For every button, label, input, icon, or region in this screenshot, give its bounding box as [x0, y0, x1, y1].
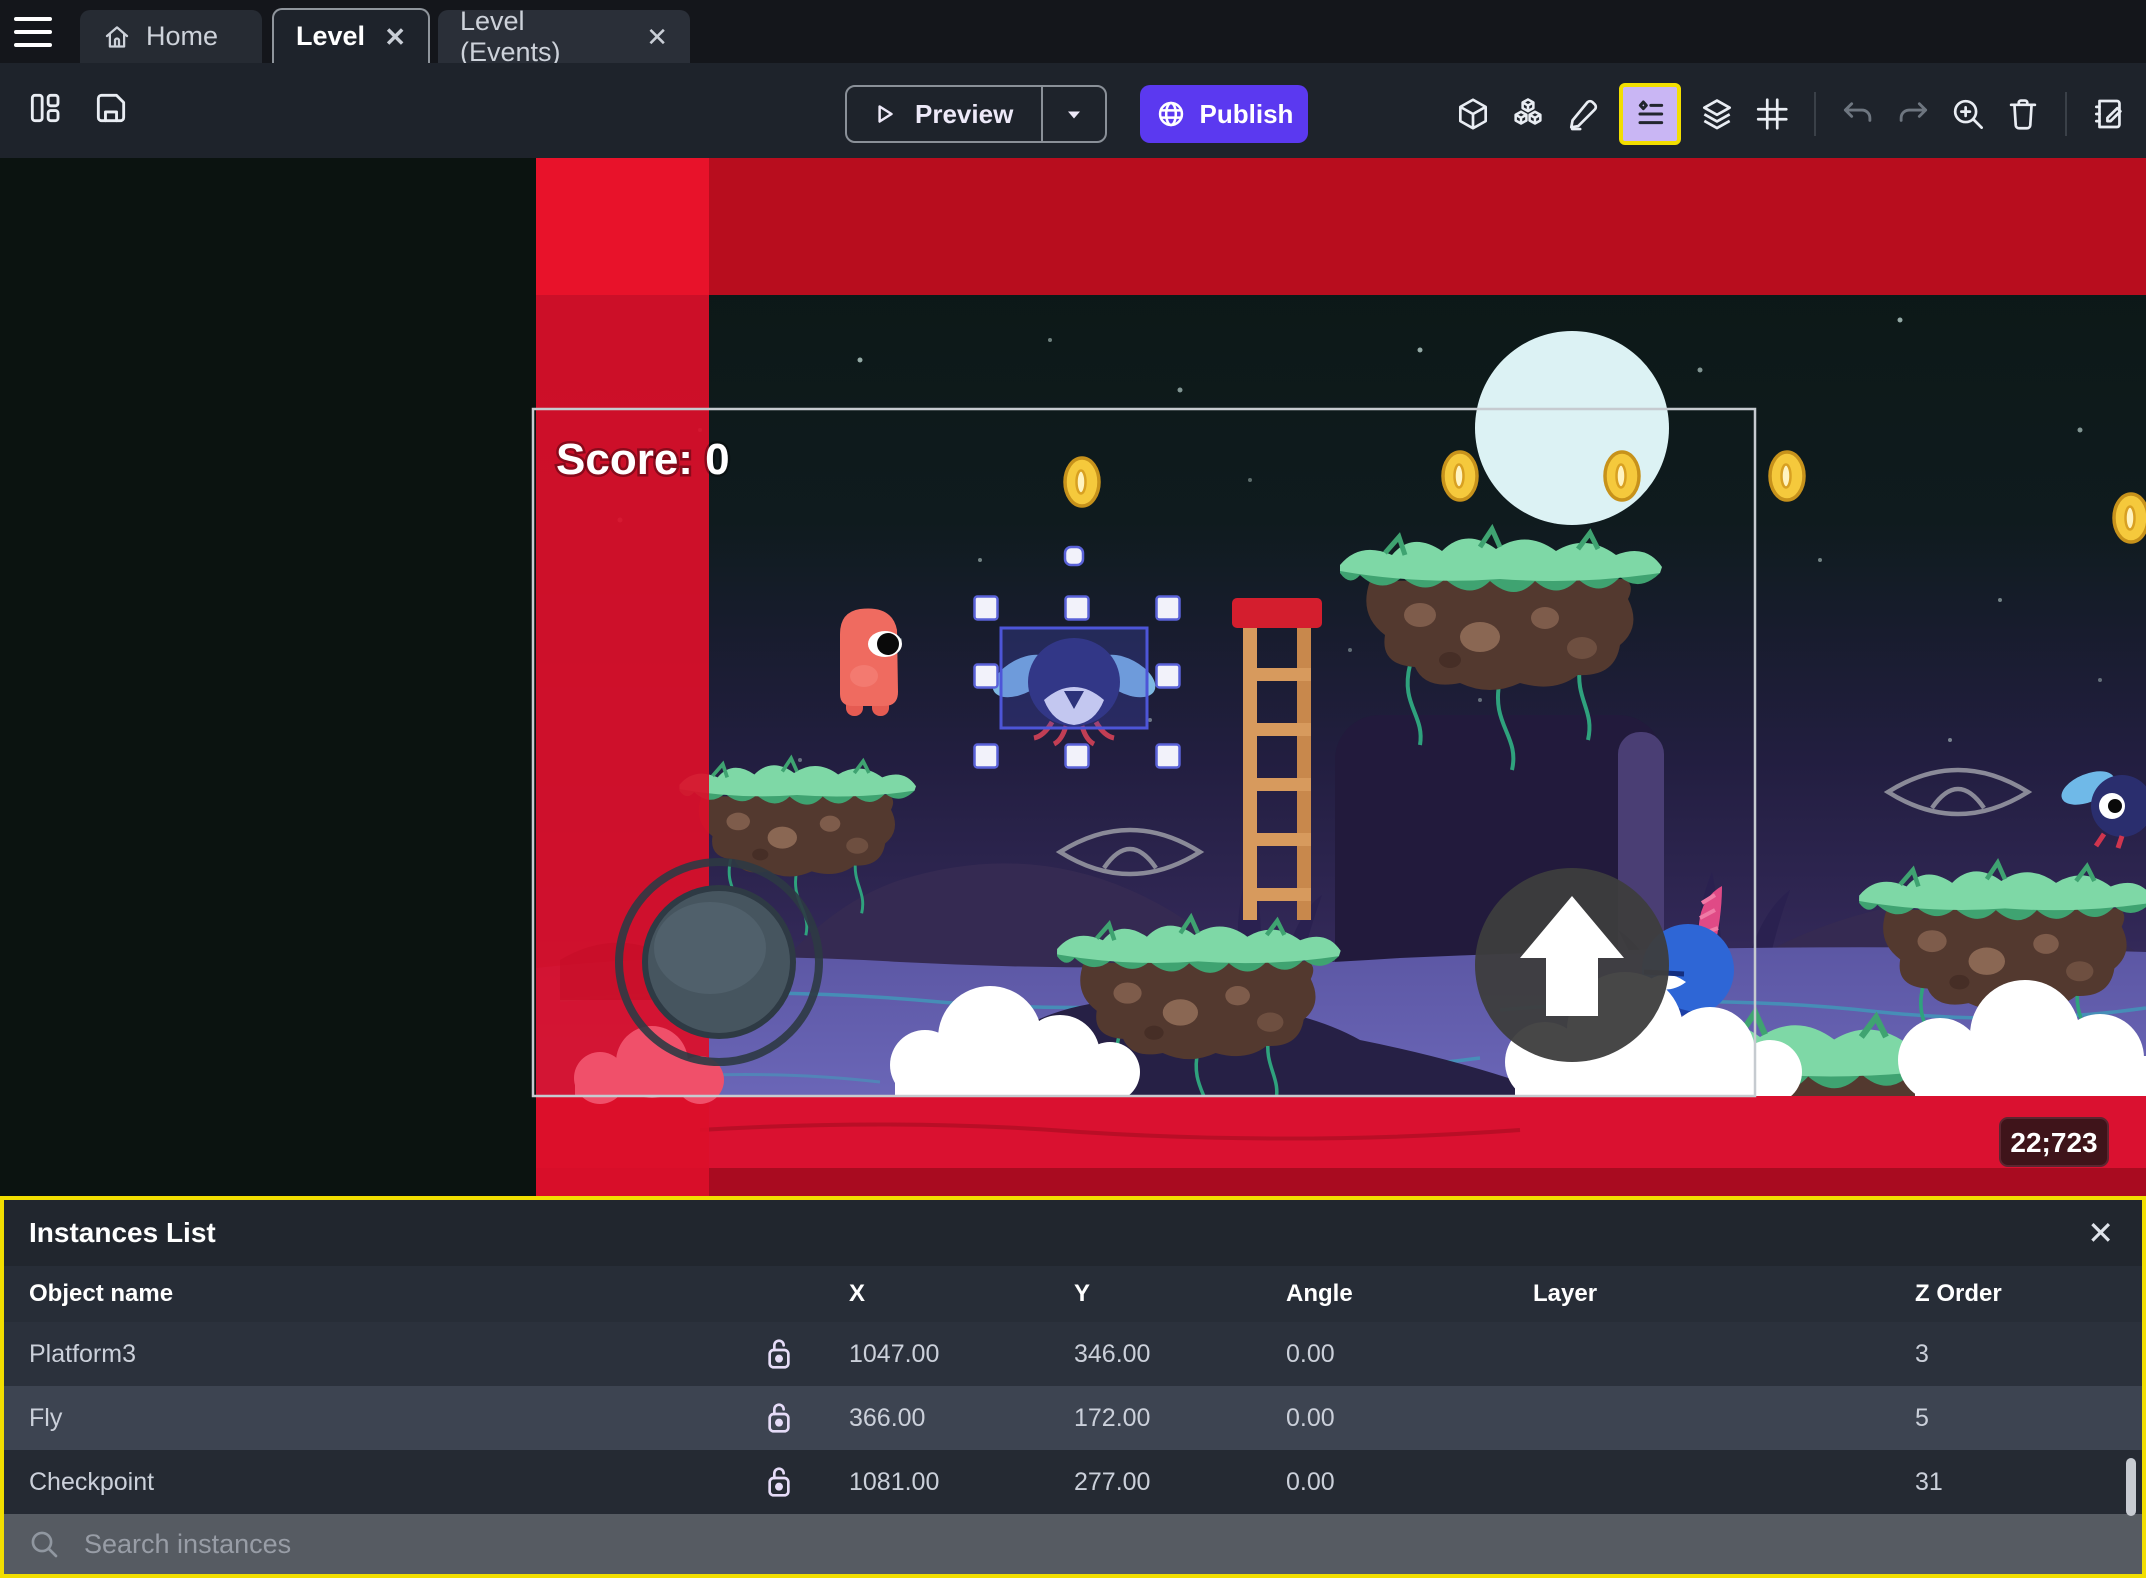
publish-button-label: Publish	[1199, 98, 1294, 129]
col-layer: Layer	[1533, 1280, 1598, 1307]
cell-x[interactable]: 366.00	[824, 1404, 1049, 1433]
instances-table-header: Object name X Y Angle Layer Z Order	[4, 1266, 2142, 1322]
cell-object-name: Platform3	[29, 1339, 136, 1368]
layout-panels-icon[interactable]	[26, 89, 64, 127]
cell-y[interactable]: 346.00	[1049, 1340, 1261, 1369]
cell-z-order[interactable]: 31	[1890, 1468, 2142, 1497]
red-danger-stripe[interactable]	[536, 158, 724, 1196]
globe-icon	[1158, 101, 1183, 127]
col-x: X	[849, 1280, 866, 1307]
scene-editor-canvas[interactable]: Score: 0 22;723	[0, 158, 2146, 1196]
col-y: Y	[1074, 1280, 1091, 1307]
tab-level[interactable]: Level ✕	[272, 8, 430, 63]
unlock-icon[interactable]	[734, 1336, 824, 1372]
objects-cubes-icon[interactable]	[1509, 95, 1547, 133]
layers-icon[interactable]	[1698, 95, 1736, 133]
pencil-edit-icon[interactable]	[1564, 95, 1602, 133]
cell-object-name: Fly	[29, 1403, 63, 1432]
tab-level-label: Level	[296, 21, 366, 51]
editor-toolbar: Preview Publish	[0, 63, 2146, 158]
edit-scene-properties-icon[interactable]	[2090, 95, 2128, 133]
table-row[interactable]: Fly 366.00 172.00 0.00 5	[4, 1386, 2142, 1450]
cell-angle[interactable]: 0.00	[1261, 1340, 1508, 1369]
player-character[interactable]	[840, 608, 902, 716]
table-row[interactable]: Checkpoint 1081.00 277.00 0.00 31	[4, 1450, 2142, 1514]
col-z-order: Z Order	[1915, 1280, 2002, 1307]
gdevelop-editor-window: Home Level ✕ Level (Events) ✕ Preview Pu…	[0, 0, 2146, 1578]
undo-icon[interactable]	[1839, 95, 1877, 133]
cell-x[interactable]: 1047.00	[824, 1340, 1049, 1369]
unlock-icon[interactable]	[734, 1400, 824, 1436]
score-text: Score: 0	[556, 435, 730, 484]
cell-angle[interactable]: 0.00	[1261, 1404, 1508, 1433]
instances-list-panel: Instances List ✕ Object name X Y Angle L…	[0, 1196, 2146, 1578]
zoom-in-icon[interactable]	[1949, 95, 1987, 133]
virtual-joystick[interactable]	[615, 858, 823, 1066]
coin[interactable]	[1768, 450, 1806, 502]
instances-list-icon	[1638, 100, 1664, 125]
search-instances-input[interactable]	[82, 1527, 2118, 1561]
jump-button[interactable]	[1475, 868, 1669, 1062]
cell-object-name: Checkpoint	[29, 1467, 155, 1496]
instances-list-icon-highlighted[interactable]	[1619, 83, 1681, 145]
cube-3d-icon[interactable]	[1454, 95, 1492, 133]
coin[interactable]	[2112, 492, 2146, 544]
tab-bar: Home Level ✕ Level (Events) ✕	[0, 0, 2146, 67]
cell-y[interactable]: 277.00	[1049, 1468, 1261, 1497]
hamburger-menu-icon[interactable]	[14, 17, 52, 47]
tab-level-events-label: Level (Events)	[460, 5, 561, 67]
coin[interactable]	[1063, 456, 1101, 508]
preview-dropdown-button[interactable]	[1041, 87, 1105, 141]
col-object-name: Object name	[29, 1280, 174, 1307]
preview-button-label: Preview	[915, 98, 1014, 129]
unlock-icon[interactable]	[734, 1464, 824, 1500]
cell-y[interactable]: 172.00	[1049, 1404, 1261, 1433]
cell-angle[interactable]: 0.00	[1261, 1468, 1508, 1497]
publish-button[interactable]: Publish	[1140, 85, 1308, 143]
cell-z-order[interactable]: 5	[1890, 1404, 2142, 1433]
search-icon	[31, 1531, 58, 1558]
panel-title: Instances List	[29, 1217, 216, 1248]
tab-level-events-close-icon[interactable]: ✕	[646, 24, 668, 50]
cell-z-order[interactable]: 3	[1890, 1340, 2142, 1369]
cell-x[interactable]: 1081.00	[824, 1468, 1049, 1497]
redo-icon[interactable]	[1894, 95, 1932, 133]
scrollbar-thumb[interactable]	[2126, 1458, 2136, 1516]
tab-home-label: Home	[146, 21, 219, 51]
coin[interactable]	[1603, 450, 1641, 502]
preview-button[interactable]: Preview	[845, 85, 1107, 143]
col-angle: Angle	[1286, 1280, 1353, 1307]
search-instances-bar[interactable]	[4, 1514, 2142, 1574]
play-icon	[878, 105, 893, 123]
table-row[interactable]: Platform3 1047.00 346.00 0.00 3	[4, 1322, 2142, 1386]
tab-home[interactable]: Home	[80, 10, 262, 63]
grid-icon[interactable]	[1753, 95, 1791, 133]
top-red-band	[536, 158, 2146, 295]
bottom-red-ground-dark	[536, 1168, 2146, 1196]
cursor-coordinates-badge: 22;723	[1999, 1117, 2109, 1167]
panel-close-icon[interactable]: ✕	[2087, 1214, 2114, 1252]
coords-badge-text: 22;723	[2010, 1127, 2097, 1158]
rotation-handle	[1063, 545, 1085, 567]
moon[interactable]	[1475, 331, 1669, 525]
chevron-down-icon	[1068, 111, 1080, 119]
tab-level-events[interactable]: Level (Events) ✕	[438, 6, 690, 67]
home-icon	[105, 25, 129, 48]
save-icon[interactable]	[92, 89, 130, 127]
selection-overlay	[999, 626, 1149, 730]
tab-level-close-icon[interactable]: ✕	[384, 24, 406, 50]
trash-icon[interactable]	[2004, 95, 2042, 133]
coin[interactable]	[1441, 450, 1479, 502]
